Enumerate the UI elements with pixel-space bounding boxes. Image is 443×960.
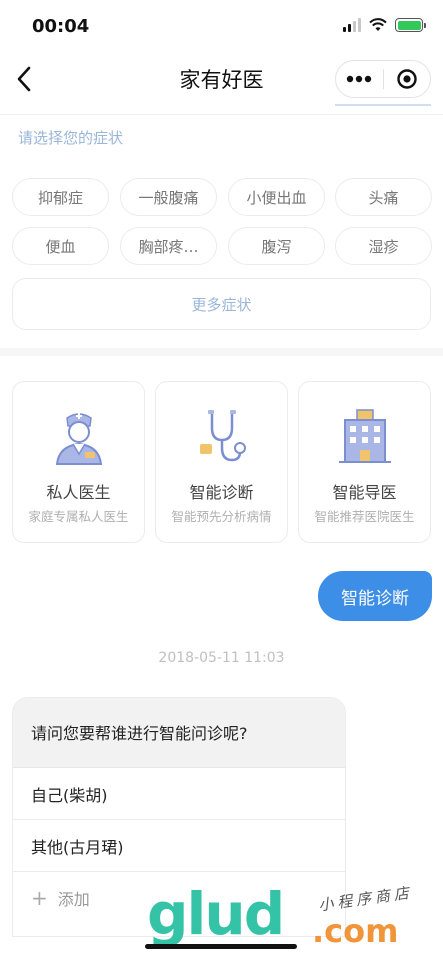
more-symptoms-button[interactable]: 更多症状 [12, 278, 431, 330]
status-time: 00:04 [32, 16, 90, 37]
status-icons [343, 18, 426, 32]
card-title: 智能导医 [332, 483, 397, 502]
symptom-chip[interactable]: 便血 [12, 227, 109, 265]
cellular-signal-icon [343, 18, 361, 32]
card-subtitle: 智能推荐医院医生 [314, 509, 415, 524]
plus-icon: + [31, 886, 48, 910]
card-subtitle: 智能预先分析病情 [171, 509, 272, 524]
section-divider [0, 348, 443, 356]
question-text: 请问您要帮谁进行智能问诊呢? [13, 698, 345, 768]
more-button[interactable] [336, 61, 383, 97]
symptom-chip[interactable]: 腹泻 [228, 227, 325, 265]
nav-bar: 家有好医 [0, 54, 443, 104]
symptom-chip[interactable]: 胸部疼… [120, 227, 217, 265]
symptom-chip[interactable]: 湿疹 [335, 227, 432, 265]
watermark-domain: .com [312, 912, 399, 950]
feature-card-smart-diagnosis[interactable]: 智能诊断 智能预先分析病情 [155, 381, 288, 543]
symptom-chip[interactable]: 头痛 [335, 178, 432, 216]
symptom-chip[interactable]: 小便出血 [228, 178, 325, 216]
symptom-chip[interactable]: 抑郁症 [12, 178, 109, 216]
symptom-prompt: 请选择您的症状 [18, 129, 124, 147]
patient-option[interactable]: 其他(古月珺) [13, 820, 345, 872]
close-mini-program-button[interactable] [384, 61, 431, 97]
feature-card-private-doctor[interactable]: 私人医生 家庭专属私人医生 [12, 381, 145, 543]
wifi-icon [369, 18, 387, 31]
status-bar: 00:04 [0, 0, 443, 54]
more-dots-icon [347, 75, 372, 83]
capsule-underline [335, 104, 431, 106]
add-label: 添加 [57, 890, 90, 909]
divider [0, 114, 443, 115]
battery-icon [395, 18, 426, 32]
feature-card-smart-guide[interactable]: 智能导医 智能推荐医院医生 [298, 381, 431, 543]
target-circle-icon [397, 69, 417, 89]
watermark-brand: glud [147, 880, 285, 948]
home-indicator[interactable] [145, 944, 297, 949]
hospital-icon [339, 409, 391, 463]
mini-program-capsule [335, 60, 431, 98]
patient-option[interactable]: 自己(柴胡) [13, 768, 345, 820]
user-message-bubble: 智能诊断 [318, 571, 432, 621]
card-title: 私人医生 [46, 483, 111, 502]
stethoscope-icon [200, 410, 246, 462]
symptom-chip[interactable]: 一般腹痛 [120, 178, 217, 216]
doctor-icon [55, 413, 103, 465]
message-timestamp: 2018-05-11 11:03 [158, 650, 285, 666]
card-title: 智能诊断 [189, 483, 254, 502]
card-subtitle: 家庭专属私人医生 [28, 509, 129, 524]
